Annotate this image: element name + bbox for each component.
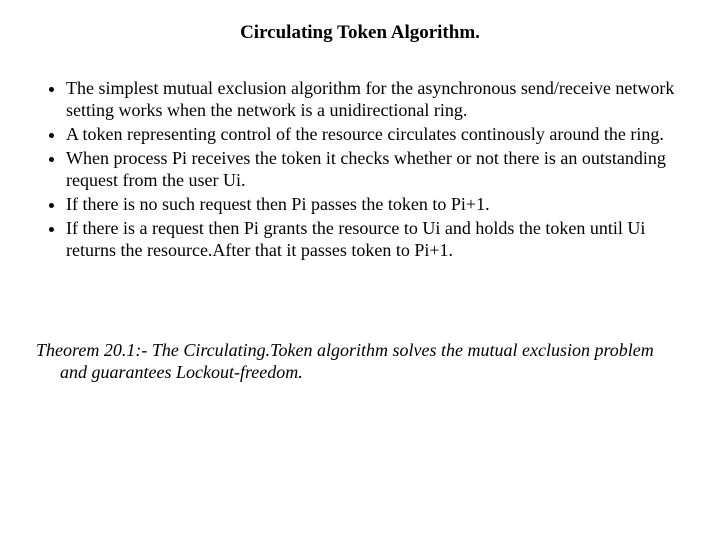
- list-item: The simplest mutual exclusion algorithm …: [66, 78, 692, 122]
- list-item: A token representing control of the reso…: [66, 124, 692, 146]
- list-item: If there is no such request then Pi pass…: [66, 194, 692, 216]
- list-item: When process Pi receives the token it ch…: [66, 148, 692, 192]
- list-item: If there is a request then Pi grants the…: [66, 218, 692, 262]
- theorem-text: Theorem 20.1:- The Circulating.Token alg…: [52, 340, 692, 384]
- slide-title: Circulating Token Algorithm.: [28, 22, 692, 44]
- slide-container: Circulating Token Algorithm. The simples…: [0, 0, 720, 540]
- bullet-list: The simplest mutual exclusion algorithm …: [38, 78, 692, 262]
